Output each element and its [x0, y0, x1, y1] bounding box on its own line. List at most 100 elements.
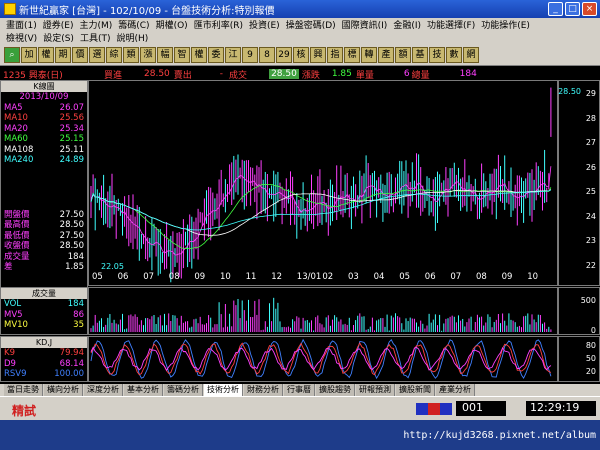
kd-row: K9 79.94 — [1, 348, 87, 359]
toolbar-button-20[interactable]: 轉 — [361, 46, 377, 63]
status-bar: 精試 001 12:29:19 — [0, 396, 600, 420]
toolbar-button-9[interactable]: 智 — [174, 46, 190, 63]
tab-6[interactable]: 財務分析 — [244, 384, 283, 396]
date-tick: 10 — [527, 272, 539, 282]
ma-value: 25.34 — [59, 123, 84, 134]
toolbar-button-0[interactable]: 加 — [21, 46, 37, 63]
tab-2[interactable]: 深度分析 — [84, 384, 123, 396]
toolbar-button-4[interactable]: 選 — [89, 46, 105, 63]
low-marker: 22.05 — [101, 262, 124, 271]
toolbar-button-19[interactable]: 標 — [344, 46, 360, 63]
tab-9[interactable]: 研報預測 — [356, 384, 395, 396]
tab-4[interactable]: 籌碼分析 — [164, 384, 203, 396]
volume-axis-tick: 0 — [590, 326, 596, 335]
toolbar-button-18[interactable]: 指 — [327, 46, 343, 63]
menu-item-row1-8[interactable]: 國際資訊(I) — [342, 18, 388, 31]
date-tick: 05 — [92, 272, 103, 282]
tab-0[interactable]: 當日走勢 — [4, 384, 43, 396]
kd-chart[interactable] — [88, 336, 558, 382]
date-tick: 05 — [399, 272, 411, 282]
tab-11[interactable]: 產業分析 — [436, 384, 475, 396]
taskbar: http://kujd3268.pixnet.net/album — [0, 420, 600, 450]
menu-item-row2-2[interactable]: 工具(T) — [80, 31, 111, 44]
toolbar-button-12[interactable]: 江 — [225, 46, 241, 63]
toolbar-button-2[interactable]: 期 — [55, 46, 71, 63]
total-value: 184 — [459, 69, 477, 79]
kd-value: 68.14 — [59, 358, 84, 369]
toolbar-button-6[interactable]: 類 — [123, 46, 139, 63]
toolbar-button-5[interactable]: 綜 — [106, 46, 122, 63]
tab-3[interactable]: 基本分析 — [124, 384, 163, 396]
menu-item-row1-6[interactable]: 投資(E) — [249, 18, 280, 31]
menu-item-row1-11[interactable]: 功能操作(E) — [481, 18, 530, 31]
ma-label: MA108 — [4, 144, 34, 155]
price-axis: 28.50 29 28 27 26 25 24 23 22 — [558, 80, 600, 286]
buy-label: 買進 — [104, 70, 123, 81]
kd-axis-tick: 50 — [585, 354, 596, 363]
kd-value: 79.94 — [59, 348, 84, 358]
toolbar-button-17[interactable]: 興 — [310, 46, 326, 63]
toolbar-button-23[interactable]: 基 — [412, 46, 428, 63]
maximize-button[interactable]: □ — [565, 2, 580, 16]
menu-item-row1-2[interactable]: 主力(M) — [79, 18, 112, 31]
tab-5[interactable]: 技術分析 — [204, 384, 243, 396]
kd-panel-left: KD,J K9 79.94 D9 68.14 RSV9 100.00 — [0, 336, 88, 382]
tab-10[interactable]: 擴股新聞 — [396, 384, 435, 396]
toolbar-button-10[interactable]: 權 — [191, 46, 207, 63]
menu-item-row1-5[interactable]: 匯市利率(R) — [194, 18, 243, 31]
menu-item-row1-1[interactable]: 證券(E) — [43, 18, 74, 31]
toolbar-button-8[interactable]: 幅 — [157, 46, 173, 63]
kd-header: KD,J — [1, 337, 87, 348]
toolbar-button-3[interactable]: 價 — [72, 46, 88, 63]
date-tick: 02 — [322, 272, 334, 282]
price-value: 27.50 — [59, 209, 84, 220]
menu-item-row2-1[interactable]: 設定(S) — [43, 31, 74, 44]
tab-8[interactable]: 擴股趨勢 — [316, 384, 355, 396]
menu-item-row1-7[interactable]: 操盤密碼(D) — [286, 18, 336, 31]
deal-label: 成交 — [229, 70, 248, 81]
toolbar-button-11[interactable]: 委 — [208, 46, 224, 63]
menu-item-row2-3[interactable]: 說明(H) — [116, 31, 148, 44]
ma-label: MA10 — [4, 113, 28, 123]
toolbar-button-21[interactable]: 產 — [378, 46, 394, 63]
ma-label: MA5 — [4, 102, 23, 113]
toolbar-button-14[interactable]: 8 — [259, 46, 275, 63]
close-button[interactable]: × — [582, 2, 597, 16]
menu-item-row1-10[interactable]: 功能選擇(F) — [427, 18, 475, 31]
toolbar-button-13[interactable]: 9 — [242, 46, 258, 63]
toolbar-button-7[interactable]: 漲 — [140, 46, 156, 63]
price-chart[interactable]: 22.05 — [88, 80, 558, 286]
footer-url: http://kujd3268.pixnet.net/album — [403, 430, 596, 441]
volume-label: MV5 — [4, 309, 23, 320]
search-icon[interactable]: ⌕ — [4, 46, 20, 63]
toolbar-button-15[interactable]: 29 — [276, 46, 292, 63]
status-left: 精試 — [12, 404, 37, 418]
price-value: 184 — [67, 251, 84, 262]
kd-line-2 — [90, 346, 552, 372]
menu-item-row2-0[interactable]: 檢視(V) — [6, 31, 37, 44]
toolbar-button-24[interactable]: 技 — [429, 46, 445, 63]
volume-chart[interactable] — [88, 287, 558, 335]
tab-7[interactable]: 行事曆 — [284, 384, 315, 396]
price-value: 1.85 — [65, 262, 84, 272]
menu-item-row1-3[interactable]: 籌碼(C) — [118, 18, 149, 31]
menu-item-row1-4[interactable]: 期權(O) — [156, 18, 188, 31]
menu-bar: 畫面(1) 證券(E) 主力(M) 籌碼(C) 期權(O) 匯市利率(R) 投資(E) 操盤密… — [0, 18, 600, 44]
toolbar-button-26[interactable]: 網 — [463, 46, 479, 63]
volume-value: 35 — [73, 320, 84, 330]
volume-chart-svg — [90, 297, 552, 332]
toolbar-button-25[interactable]: 數 — [446, 46, 462, 63]
minimize-button[interactable]: _ — [548, 2, 563, 16]
menu-item-row1-9[interactable]: 金融(I) — [393, 18, 421, 31]
price-chart-svg: 22.05 — [90, 87, 552, 283]
price-row: 最高價 28.50 — [1, 220, 87, 231]
toolbar-button-1[interactable]: 權 — [38, 46, 54, 63]
ma-label: MA20 — [4, 123, 28, 134]
toolbar-button-22[interactable]: 額 — [395, 46, 411, 63]
kd-chart-svg — [90, 338, 552, 380]
change-value: 1.85 — [331, 69, 352, 79]
menu-item-row1-0[interactable]: 畫面(1) — [6, 18, 37, 31]
tab-1[interactable]: 橫向分析 — [44, 384, 83, 396]
price-axis-tick: 22 — [585, 260, 596, 270]
toolbar-button-16[interactable]: 核 — [293, 46, 309, 63]
